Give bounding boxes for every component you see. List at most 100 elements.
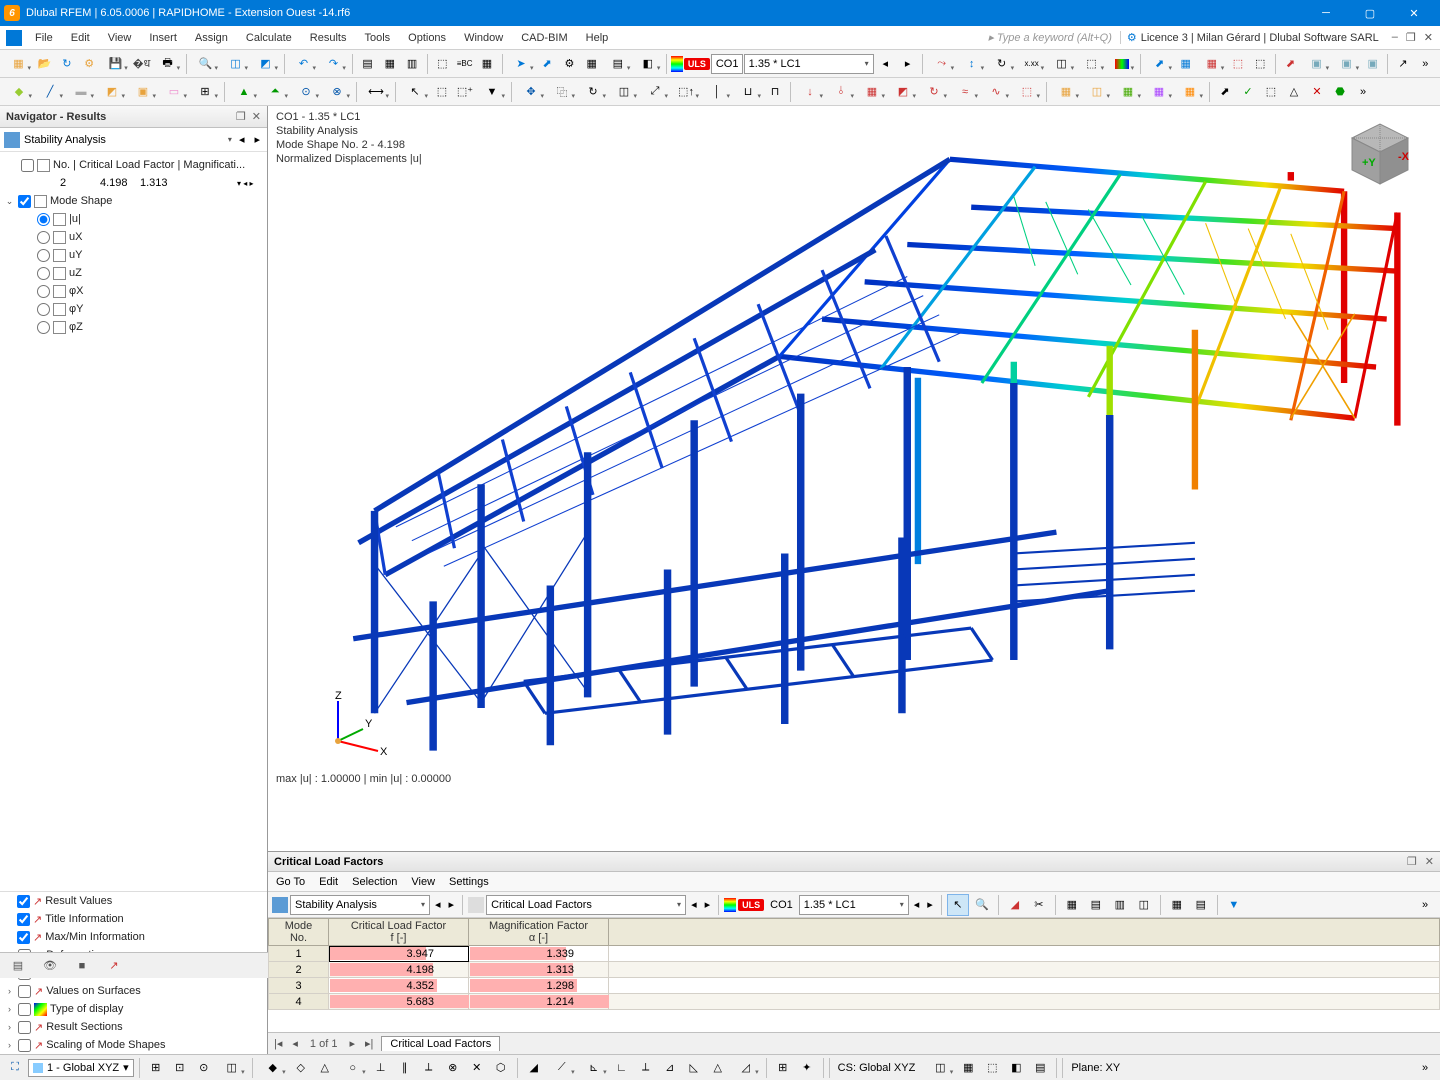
track1-button[interactable]: ◢ [523,1057,545,1079]
osnap3-button[interactable]: △ [314,1057,336,1079]
more2-button[interactable]: » [1352,81,1374,103]
print-button[interactable]: 🖶▾ [153,53,182,75]
ortho-button[interactable]: ⊞ [772,1057,794,1079]
intersect-button[interactable]: ⊓ [764,81,786,103]
tbl-prev3[interactable]: ◂ [911,898,923,911]
load-line-button[interactable]: ⫰▾ [826,81,856,103]
modeshape-checkbox[interactable] [18,195,31,208]
status-more-button[interactable]: » [1414,1057,1436,1079]
menu-insert[interactable]: Insert [140,27,186,49]
select-arrow-button[interactable]: ↖▾ [400,81,430,103]
more-button[interactable]: » [1415,53,1436,75]
tbl-next2[interactable]: ▸ [702,898,714,911]
tbl-t2-button[interactable]: ▤ [1085,894,1107,916]
tables-selection[interactable]: Selection [352,876,397,888]
strain-button[interactable]: ◫▾ [1047,53,1076,75]
opt-type-display[interactable]: ›Type of display [0,1000,267,1018]
track9-button[interactable]: ◿▾ [731,1057,761,1079]
tbl-sel-button[interactable]: ↖ [947,894,969,916]
tables-lc-combo[interactable]: 1.35 * LC1▾ [799,895,909,915]
gen2-button[interactable]: ◫▾ [1082,81,1112,103]
load-generated-button[interactable]: ⬚▾ [1012,81,1042,103]
navigator-type-combo[interactable]: Stability Analysis ▾ ◂ ▸ [0,128,267,152]
results-grid[interactable]: ModeNo. Critical Load Factorf [-] Magnif… [268,918,1440,1032]
tree-mode-ux[interactable]: uX [0,228,267,246]
tables-edit[interactable]: Edit [319,876,338,888]
track3-button[interactable]: ⊾▾ [579,1057,609,1079]
nav-mode1-button[interactable]: ▤ [6,956,30,976]
hinge-button[interactable]: ⊙▾ [291,81,321,103]
osnap1-button[interactable]: ◆▾ [258,1057,288,1079]
table-row[interactable]: 1 3.947 1.339 [269,946,1440,962]
node-button[interactable]: ◆▾ [4,81,34,103]
keyword-search[interactable]: ▸ Type a keyword (Alt+Q) [980,31,1120,44]
tree-header-row[interactable]: No. | Critical Load Factor | Magnificati… [0,156,267,174]
track4-button[interactable]: ∟ [611,1057,633,1079]
doc-restore-button[interactable]: ❐ [1403,31,1419,44]
loadcase-button[interactable]: ≡BC [454,53,475,75]
osnap4-button[interactable]: ○▾ [338,1057,368,1079]
model-manager-button[interactable]: ⚙ [79,53,100,75]
tree-mode-phiz[interactable]: φZ [0,318,267,336]
join-button[interactable]: ⊔▾ [733,81,763,103]
tree-mode-uz[interactable]: uZ [0,264,267,282]
selection-filter-button[interactable]: ▼▾ [477,81,507,103]
tbl-more-button[interactable]: » [1414,894,1436,916]
tree-mode-u[interactable]: |u| [0,210,267,228]
track6-button[interactable]: ⊿ [659,1057,681,1079]
menu-calculate[interactable]: Calculate [237,27,301,49]
redo-button[interactable]: ↷▾ [319,53,348,75]
mesh-button[interactable]: ▦ [581,53,602,75]
opt-title-info[interactable]: ↗Title Information [0,910,267,928]
tbl-clip-button[interactable]: ✂ [1028,894,1050,916]
table-row[interactable]: 4 5.683 1.214 [269,994,1440,1010]
tbl-next1[interactable]: ▸ [446,898,458,911]
extras-button[interactable]: ⊞▾ [190,81,220,103]
menu-help[interactable]: Help [577,27,618,49]
tables-goto[interactable]: Go To [276,876,305,888]
tables-analysis-combo[interactable]: Stability Analysis▾ [290,895,430,915]
menu-window[interactable]: Window [455,27,512,49]
iso-button[interactable]: ◩▾ [251,53,280,75]
tree-mode-phix[interactable]: φX [0,282,267,300]
header-checkbox[interactable] [21,159,34,172]
co-combo[interactable]: CO1 [711,54,743,74]
results-nav-button[interactable]: ◧▾ [633,53,662,75]
doc-minimize-button[interactable]: – [1389,31,1401,44]
divide-button[interactable]: │▾ [702,81,732,103]
load-temp-button[interactable]: ≈▾ [950,81,980,103]
save-all-button[interactable]: �ध [131,53,152,75]
page-prev[interactable]: ◂ [290,1037,300,1050]
panel-float-button[interactable]: ❐ [236,110,246,123]
surface-button[interactable]: ◩▾ [97,81,127,103]
window-icon[interactable] [6,30,22,46]
table2-button[interactable]: ▦ [379,53,400,75]
table-row[interactable]: 3 4.352 1.298 [269,978,1440,994]
display4-button[interactable]: ⬚ [1227,53,1248,75]
results-toggle-button[interactable]: ▤▾ [603,53,632,75]
moments-button[interactable]: ↻▾ [987,53,1016,75]
menu-cadbim[interactable]: CAD-BIM [512,27,576,49]
gen5-button[interactable]: ▦▾ [1175,81,1205,103]
tree-modeshape-row[interactable]: ⌄ Mode Shape [0,192,267,210]
opt-maxmin-info[interactable]: ↗Max/Min Information [0,928,267,946]
tbl-filter-button[interactable]: ◢ [1004,894,1026,916]
opening-button[interactable]: ▭▾ [159,81,189,103]
osnap9-button[interactable]: ✕ [466,1057,488,1079]
view-cube[interactable]: +Y -X [1338,118,1422,192]
dt2-button[interactable]: ▦ [957,1057,979,1079]
misc-button[interactable]: ⬚▾ [1077,53,1106,75]
tbl-t1-button[interactable]: ▦ [1061,894,1083,916]
view-button[interactable]: ◫▾ [221,53,250,75]
lc-prev-button[interactable]: ◂ [875,53,896,75]
page-last[interactable]: ▸| [363,1037,375,1050]
tbl-t6-button[interactable]: ▤ [1190,894,1212,916]
menu-options[interactable]: Options [399,27,455,49]
extrude-button[interactable]: ⬚↑▾ [671,81,701,103]
scale-button[interactable]: ⤢▾ [640,81,670,103]
load-imperfection-button[interactable]: ∿▾ [981,81,1011,103]
vis4-button[interactable]: △ [1283,81,1305,103]
opt-result-sections[interactable]: ›↗Result Sections [0,1018,267,1036]
licence-label[interactable]: ⚙Licence 3 | Milan Gérard | Dlubal Softw… [1120,31,1385,44]
new-button[interactable]: ▦▾ [4,53,33,75]
